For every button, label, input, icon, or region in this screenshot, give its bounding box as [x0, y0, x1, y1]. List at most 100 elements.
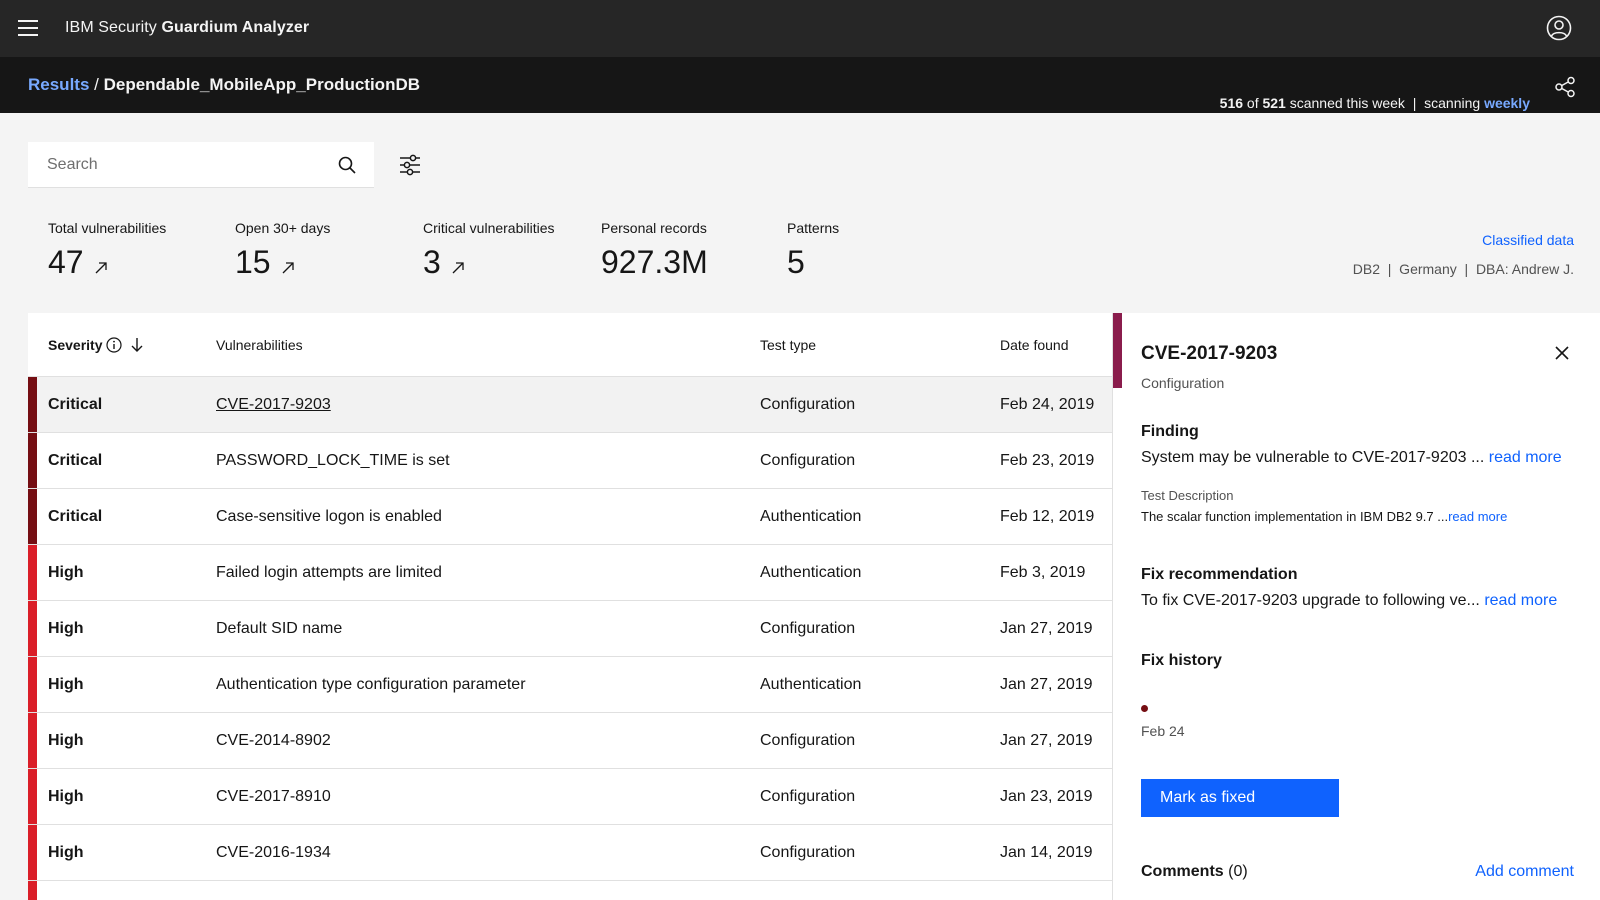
stat-value: 15 [235, 244, 271, 280]
info-icon[interactable] [106, 337, 123, 353]
arrow-up-right-icon [452, 262, 464, 274]
severity-cell: High [48, 844, 84, 861]
table-row[interactable]: High Failed login attempts are limited A… [28, 545, 1112, 601]
stat-open-30-days[interactable]: Open 30+ days 15 [235, 220, 330, 281]
test-description-text: The scalar function implementation in IB… [1141, 509, 1507, 524]
search-icon[interactable] [338, 156, 356, 174]
test-description-read-more-link[interactable]: read more [1448, 509, 1507, 524]
stat-label: Open 30+ days [235, 220, 331, 236]
fix-recommendation-text: To fix CVE-2017-9203 upgrade to followin… [1141, 592, 1591, 610]
menu-icon[interactable] [18, 20, 38, 36]
table-row[interactable] [28, 881, 1112, 900]
scan-frequency-link[interactable]: weekly [1484, 95, 1530, 111]
total-count: 521 [1262, 95, 1286, 111]
breadcrumb-results-link[interactable]: Results [28, 75, 89, 94]
date-cell: Feb 12, 2019 [1000, 508, 1095, 525]
arrow-up-right-icon [282, 262, 294, 274]
scanned-suffix: scanned this week [1285, 95, 1405, 111]
severity-indicator [28, 601, 37, 656]
history-date: Feb 24 [1141, 723, 1185, 739]
share-icon[interactable] [1554, 76, 1576, 98]
mark-as-fixed-button[interactable]: Mark as fixed [1141, 779, 1339, 817]
severity-indicator [28, 489, 37, 544]
column-header-date-found[interactable]: Date found [1000, 337, 1069, 353]
close-icon[interactable] [1554, 345, 1570, 361]
column-header-severity[interactable]: Severity [48, 337, 144, 353]
classified-data-link[interactable]: Classified data [1482, 232, 1574, 248]
vulnerability-detail-panel: CVE-2017-9203 Configuration Finding Syst… [1112, 313, 1600, 900]
test-type-cell: Configuration [760, 732, 856, 749]
table-row[interactable]: High Authentication type configuration p… [28, 657, 1112, 713]
database-meta: DB2 | Germany | DBA: Andrew J. [1352, 261, 1574, 277]
severity-cell: High [48, 732, 84, 749]
date-cell: Jan 23, 2019 [1000, 788, 1093, 805]
stat-total-vulnerabilities[interactable]: Total vulnerabilities 47 [48, 220, 166, 281]
finding-read-more-link[interactable]: read more [1489, 449, 1562, 466]
comments-count: (0) [1223, 863, 1248, 880]
user-avatar-icon[interactable] [1546, 15, 1572, 41]
date-cell: Jan 27, 2019 [1000, 732, 1093, 749]
comments-heading: Comments [1141, 863, 1224, 880]
severity-cell: High [48, 620, 84, 637]
severity-indicator [28, 769, 37, 824]
column-header-test-type[interactable]: Test type [760, 337, 816, 353]
severity-cell: High [48, 564, 84, 581]
stat-value: 927.3M [601, 244, 708, 280]
scanning-text: scanning [1424, 95, 1485, 111]
vulnerability-cell: PASSWORD_LOCK_TIME is set [216, 452, 450, 469]
severity-cell: High [48, 676, 84, 693]
stat-label: Total vulnerabilities [48, 220, 167, 236]
severity-indicator [28, 657, 37, 712]
search-input[interactable] [28, 142, 328, 188]
date-cell: Feb 23, 2019 [1000, 452, 1095, 469]
vulnerability-cell: CVE-2016-1934 [216, 844, 331, 861]
test-description-summary: The scalar function implementation in IB… [1141, 509, 1449, 524]
table-row[interactable]: High Default SID name Configuration Jan … [28, 601, 1112, 657]
severity-cell: Critical [48, 396, 103, 413]
severity-cell: Critical [48, 508, 103, 525]
table-row[interactable]: High CVE-2017-8910 Configuration Jan 23,… [28, 769, 1112, 825]
severity-indicator [28, 713, 37, 768]
stat-value: 5 [787, 244, 805, 280]
table-row[interactable]: Critical Case-sensitive logon is enabled… [28, 489, 1112, 545]
breadcrumb-separator: / [89, 75, 104, 94]
test-type-cell: Configuration [760, 788, 856, 805]
table-row[interactable]: High CVE-2016-1934 Configuration Jan 14,… [28, 825, 1112, 881]
finding-heading: Finding [1141, 423, 1199, 440]
vulnerability-cell: CVE-2017-8910 [216, 788, 331, 805]
stat-label: Personal records [601, 220, 707, 236]
vulnerability-cell: Default SID name [216, 620, 343, 637]
scan-status: 516 of 521 scanned this week | scanning … [1204, 79, 1530, 127]
severity-indicator [28, 545, 37, 600]
stat-critical-vulnerabilities[interactable]: Critical vulnerabilities 3 [423, 220, 555, 281]
date-cell: Jan 27, 2019 [1000, 620, 1093, 637]
breadcrumb-current: Dependable_MobileApp_ProductionDB [103, 75, 421, 94]
test-type-cell: Configuration [760, 620, 856, 637]
severity-header-label: Severity [48, 337, 103, 353]
severity-indicator [28, 377, 37, 432]
test-type-cell: Configuration [760, 844, 856, 861]
table-header: Severity Vulnerabilities Test type Date … [28, 313, 1112, 377]
vulnerability-link[interactable]: CVE-2017-9203 [216, 396, 331, 414]
fix-recommendation-heading: Fix recommendation [1141, 566, 1298, 583]
breadcrumb-bar: Results / Dependable_MobileApp_Productio… [0, 57, 1600, 113]
table-row[interactable]: Critical PASSWORD_LOCK_TIME is set Confi… [28, 433, 1112, 489]
filter-settings-icon[interactable] [399, 154, 421, 176]
date-cell: Feb 24, 2019 [1000, 396, 1095, 413]
brand-prefix: IBM Security [65, 19, 162, 36]
stat-value: 3 [423, 244, 441, 280]
fix-read-more-link[interactable]: read more [1484, 592, 1557, 609]
vulnerability-cell: Case-sensitive logon is enabled [216, 508, 442, 525]
test-type-cell: Authentication [760, 564, 862, 581]
severity-indicator [28, 433, 37, 488]
add-comment-link[interactable]: Add comment [1475, 863, 1574, 881]
table-row[interactable]: High CVE-2014-8902 Configuration Jan 27,… [28, 713, 1112, 769]
column-header-vulnerabilities[interactable]: Vulnerabilities [216, 337, 303, 353]
stat-patterns: Patterns 5 [787, 220, 839, 281]
stat-label: Critical vulnerabilities [423, 220, 555, 236]
sort-arrow-down-icon[interactable] [130, 337, 144, 353]
vulnerability-cell: Failed login attempts are limited [216, 564, 442, 581]
vulnerabilities-table: Severity Vulnerabilities Test type Date … [28, 313, 1112, 900]
table-row[interactable]: Critical CVE-2017-9203 Configuration Feb… [28, 377, 1112, 433]
test-type-cell: Configuration [760, 396, 856, 413]
